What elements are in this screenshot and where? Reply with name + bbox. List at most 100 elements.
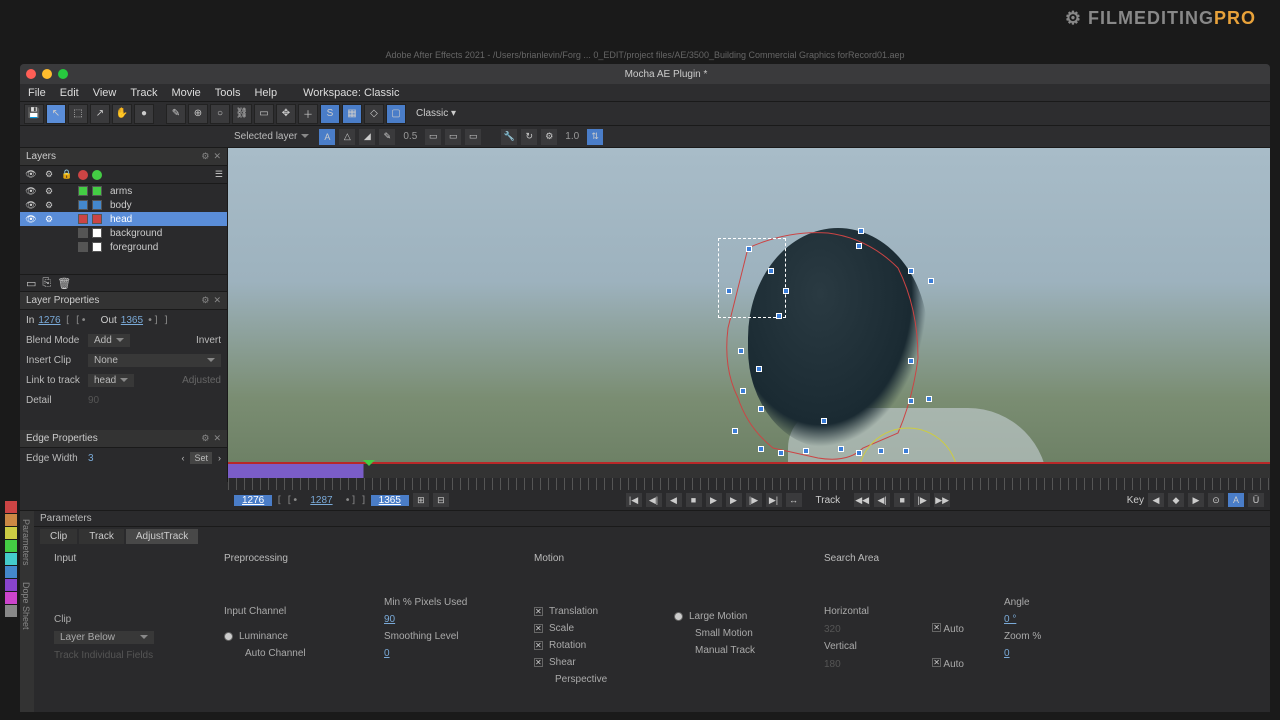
bracket-in[interactable]: [ xyxy=(276,495,282,506)
timeline-end[interactable]: 1365 xyxy=(371,495,409,506)
menu-tools[interactable]: Tools xyxy=(215,87,241,99)
plus-tool[interactable]: ＋ xyxy=(298,104,318,124)
menu-help[interactable]: Help xyxy=(254,87,277,99)
wrench-icon[interactable]: 🔧 xyxy=(501,129,517,145)
sync-icon[interactable]: ⇅ xyxy=(587,129,603,145)
menu-view[interactable]: View xyxy=(93,87,117,99)
playhead-icon[interactable] xyxy=(363,460,375,472)
menu-track[interactable]: Track xyxy=(130,87,157,99)
in-value[interactable]: 1276 xyxy=(38,315,60,326)
spline-node[interactable] xyxy=(856,243,862,249)
spline-node[interactable] xyxy=(756,366,762,372)
min-px-value[interactable]: 90 xyxy=(384,614,395,625)
spline-node[interactable] xyxy=(783,288,789,294)
track-back-icon[interactable]: ◀| xyxy=(874,493,890,507)
duplicate-layer-icon[interactable]: ⎘ xyxy=(42,277,51,290)
link-tool[interactable]: ⛓ xyxy=(232,104,252,124)
play-icon[interactable]: ▶ xyxy=(706,493,722,507)
edge-more-button[interactable]: › xyxy=(218,453,221,463)
classic-dropdown[interactable]: Classic ▾ xyxy=(416,108,456,119)
clip-dropdown[interactable]: Layer Below xyxy=(54,631,154,644)
key-next-icon[interactable]: ▶ xyxy=(1188,493,1204,507)
zoom-fit-icon[interactable]: ⊞ xyxy=(413,493,429,507)
v-auto-check[interactable] xyxy=(932,658,941,667)
zoom-tool[interactable]: ● xyxy=(134,104,154,124)
spline-node[interactable] xyxy=(768,268,774,274)
spline-node[interactable] xyxy=(821,418,827,424)
gear-header-icon[interactable]: ⚙ xyxy=(42,168,56,182)
in-bracket-cur[interactable]: [• xyxy=(75,315,87,326)
refresh-icon[interactable]: ↻ xyxy=(521,129,537,145)
view-btn-2[interactable]: ▭ xyxy=(445,129,461,145)
spline-node[interactable] xyxy=(740,388,746,394)
move-tool[interactable]: ✥ xyxy=(276,104,296,124)
distort-tool[interactable]: ◇ xyxy=(364,104,384,124)
spline-node[interactable] xyxy=(803,448,809,454)
layer-row-background[interactable]: background xyxy=(20,226,227,240)
new-layer-icon[interactable]: ▭ xyxy=(26,277,36,290)
luminance-radio[interactable] xyxy=(224,632,233,641)
viewport[interactable] xyxy=(228,148,1270,482)
layer-btn-d[interactable]: ✎ xyxy=(379,129,395,145)
swatch-purple[interactable] xyxy=(5,579,17,591)
delete-layer-icon[interactable]: 🗑 xyxy=(57,277,71,290)
key-add-icon[interactable]: ◆ xyxy=(1168,493,1184,507)
zoom-range-icon[interactable]: ⊟ xyxy=(433,493,449,507)
swatch-red[interactable] xyxy=(5,501,17,513)
layer-row-head[interactable]: 👁⚙ head xyxy=(20,212,227,226)
bracket-out-cur[interactable]: •] xyxy=(345,495,357,506)
selected-layer-dropdown[interactable]: Selected layer xyxy=(234,131,309,142)
panel-gear-icon[interactable]: ⚙ xyxy=(201,295,209,306)
workspace-label[interactable]: Workspace: Classic xyxy=(303,87,399,99)
spline-node[interactable] xyxy=(758,406,764,412)
link-track-dropdown[interactable]: head xyxy=(88,374,134,387)
bracket-in-cur[interactable]: [• xyxy=(286,495,298,506)
layer-row-foreground[interactable]: foreground xyxy=(20,240,227,254)
swatch-cyan[interactable] xyxy=(5,553,17,565)
spline-node[interactable] xyxy=(778,450,784,456)
scale-check[interactable] xyxy=(534,624,543,633)
key-a-icon[interactable]: A xyxy=(1228,493,1244,507)
selection-marquee[interactable] xyxy=(718,238,786,318)
view-btn-3[interactable]: ▭ xyxy=(465,129,481,145)
angle-value[interactable]: 0 ° xyxy=(1004,614,1016,625)
spline-node[interactable] xyxy=(878,448,884,454)
go-end-icon[interactable]: ▶| xyxy=(766,493,782,507)
add-point-tool[interactable]: ⊕ xyxy=(188,104,208,124)
panel-close-icon[interactable]: ✕ xyxy=(213,433,221,444)
loop-icon[interactable]: ↔ xyxy=(786,493,802,507)
horizontal-value[interactable]: 320 xyxy=(824,624,841,635)
zoom-value[interactable]: 1.0 xyxy=(561,131,583,142)
track-back-all-icon[interactable]: ◀◀ xyxy=(854,493,870,507)
spline-node[interactable] xyxy=(732,428,738,434)
layer-row-body[interactable]: 👁⚙ body xyxy=(20,198,227,212)
next-key-icon[interactable]: |▶ xyxy=(746,493,762,507)
translation-check[interactable] xyxy=(534,607,543,616)
maximize-icon[interactable] xyxy=(58,69,68,79)
s-tool[interactable]: S xyxy=(320,104,340,124)
tab-track[interactable]: Track xyxy=(79,529,124,544)
track-stop-icon[interactable]: ■ xyxy=(894,493,910,507)
vertical-value[interactable]: 180 xyxy=(824,659,841,670)
spline-node[interactable] xyxy=(858,228,864,234)
swatch-magenta[interactable] xyxy=(5,592,17,604)
opacity-value[interactable]: 0.5 xyxy=(399,131,421,142)
step-back-icon[interactable]: ◀ xyxy=(666,493,682,507)
spline-node[interactable] xyxy=(776,313,782,319)
vtab-parameters[interactable]: Parameters xyxy=(20,511,32,574)
edge-less-button[interactable]: ‹ xyxy=(181,453,184,463)
in-bracket-start[interactable]: [ xyxy=(65,315,71,326)
save-icon[interactable]: 💾 xyxy=(24,104,44,124)
timeline-ruler[interactable] xyxy=(228,462,1270,490)
panel-close-icon[interactable]: ✕ xyxy=(213,151,221,162)
spline-node[interactable] xyxy=(926,396,932,402)
marquee-tool[interactable]: ⬚ xyxy=(68,104,88,124)
large-motion-radio[interactable] xyxy=(674,612,683,621)
layer-row-arms[interactable]: 👁⚙ arms xyxy=(20,184,227,198)
track-fwd-icon[interactable]: |▶ xyxy=(914,493,930,507)
spline-node[interactable] xyxy=(838,446,844,452)
detail-value[interactable]: 90 xyxy=(88,395,99,406)
spline-node[interactable] xyxy=(856,450,862,456)
step-fwd-icon[interactable]: ▶ xyxy=(726,493,742,507)
zoom-pct-value[interactable]: 0 xyxy=(1004,648,1010,659)
